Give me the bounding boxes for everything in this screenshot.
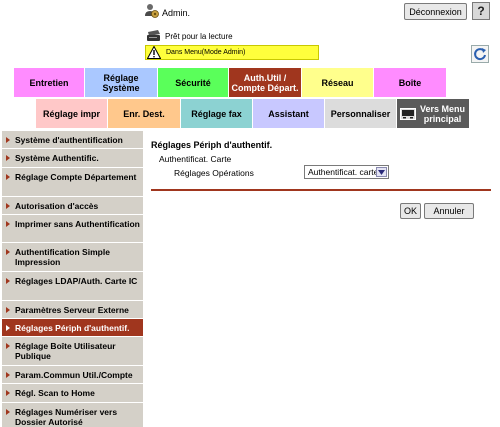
sidebar-item-systeme-authentification[interactable]: Système d'authentification <box>2 131 143 149</box>
tab-reglage-systeme[interactable]: Réglage Système <box>85 68 157 97</box>
tab-vers-menu-principal[interactable]: Vers Menu principal <box>397 99 469 128</box>
sidebar-item-param-commun[interactable]: Param.Commun Util./Compte <box>2 366 143 384</box>
arrow-right-icon <box>6 372 10 378</box>
arrow-right-icon <box>6 409 10 415</box>
warning-icon <box>147 46 161 59</box>
tab-personnaliser[interactable]: Personnaliser <box>325 99 396 128</box>
sidebar: Système d'authentification Système Authe… <box>2 131 143 427</box>
tab-vers-menu-principal-label: Vers Menu principal <box>419 103 466 124</box>
ok-button[interactable]: OK <box>400 203 421 219</box>
operation-label: Réglages Opérations <box>174 168 254 178</box>
tab-reglage-fax[interactable]: Réglage fax <box>181 99 252 128</box>
arrow-right-icon <box>6 343 10 349</box>
tab-assistant[interactable]: Assistant <box>253 99 324 128</box>
page-title: Réglages Périph d'authentif. <box>151 140 273 150</box>
sidebar-item-autorisation-acces[interactable]: Autorisation d'accès <box>2 197 143 215</box>
admin-user-icon <box>145 4 159 18</box>
tab-boite[interactable]: Boîte <box>374 68 446 97</box>
operation-select-value: Authentificat. carte <box>308 167 379 177</box>
arrow-right-icon <box>6 174 10 180</box>
sidebar-item-systeme-authentific[interactable]: Système Authentific. <box>2 149 143 168</box>
arrow-right-icon <box>6 249 10 255</box>
sidebar-item-imprimer-sans-authentification[interactable]: Imprimer sans Authentification <box>2 215 143 243</box>
refresh-icon <box>474 48 486 61</box>
divider <box>151 189 491 191</box>
status-text: Prêt pour la lecture <box>165 32 233 41</box>
arrow-right-icon <box>6 278 10 284</box>
sidebar-item-reglages-periph-authentif[interactable]: Réglages Périph d'authentif. <box>2 319 143 337</box>
sidebar-item-scan-to-home[interactable]: Régl. Scan to Home <box>2 384 143 403</box>
tab-entretien[interactable]: Entretien <box>14 68 84 97</box>
sidebar-item-parametres-serveur-externe[interactable]: Paramètres Serveur Externe <box>2 301 143 319</box>
user-label: Admin. <box>162 8 191 18</box>
sidebar-item-reglage-boite-utilisateur-publique[interactable]: Réglage Boîte Utilisateur Publique <box>2 337 143 366</box>
sidebar-item-reglage-compte-departement[interactable]: Réglage Compte Département <box>2 168 143 197</box>
help-button[interactable]: ? <box>472 2 490 20</box>
tab-reglage-impr[interactable]: Réglage impr <box>36 99 107 128</box>
cancel-button[interactable]: Annuler <box>424 203 474 219</box>
admin-mode-banner: Dans Menu(Mode Admin) <box>145 45 319 60</box>
arrow-right-icon <box>6 390 10 396</box>
arrow-right-icon <box>6 203 10 209</box>
tab-auth-compte[interactable]: Auth.Util / Compte Départ. <box>229 68 301 97</box>
arrow-right-icon <box>6 307 10 313</box>
menu-icon <box>400 107 416 120</box>
tab-reseau[interactable]: Réseau <box>302 68 373 97</box>
refresh-button[interactable] <box>471 45 489 63</box>
section-label: Authentificat. Carte <box>159 154 232 164</box>
sidebar-item-authentification-simple-impression[interactable]: Authentification Simple Impression <box>2 243 143 272</box>
mode-text: Dans Menu(Mode Admin) <box>166 49 246 56</box>
tab-enr-dest[interactable]: Enr. Dest. <box>108 99 180 128</box>
tab-securite[interactable]: Sécurité <box>158 68 228 97</box>
sidebar-item-reglages-ldap[interactable]: Réglages LDAP/Auth. Carte IC <box>2 272 143 301</box>
chevron-down-icon[interactable] <box>376 167 387 177</box>
arrow-right-icon <box>6 137 10 143</box>
operation-select[interactable]: Authentificat. carte <box>304 165 389 179</box>
arrow-right-icon <box>6 221 10 227</box>
printer-icon <box>147 30 160 41</box>
sidebar-item-numeriser-vers-dossier[interactable]: Réglages Numériser vers Dossier Autorisé <box>2 403 143 427</box>
arrow-right-icon <box>6 325 10 331</box>
logout-button[interactable]: Déconnexion <box>404 3 467 20</box>
arrow-right-icon <box>6 155 10 161</box>
